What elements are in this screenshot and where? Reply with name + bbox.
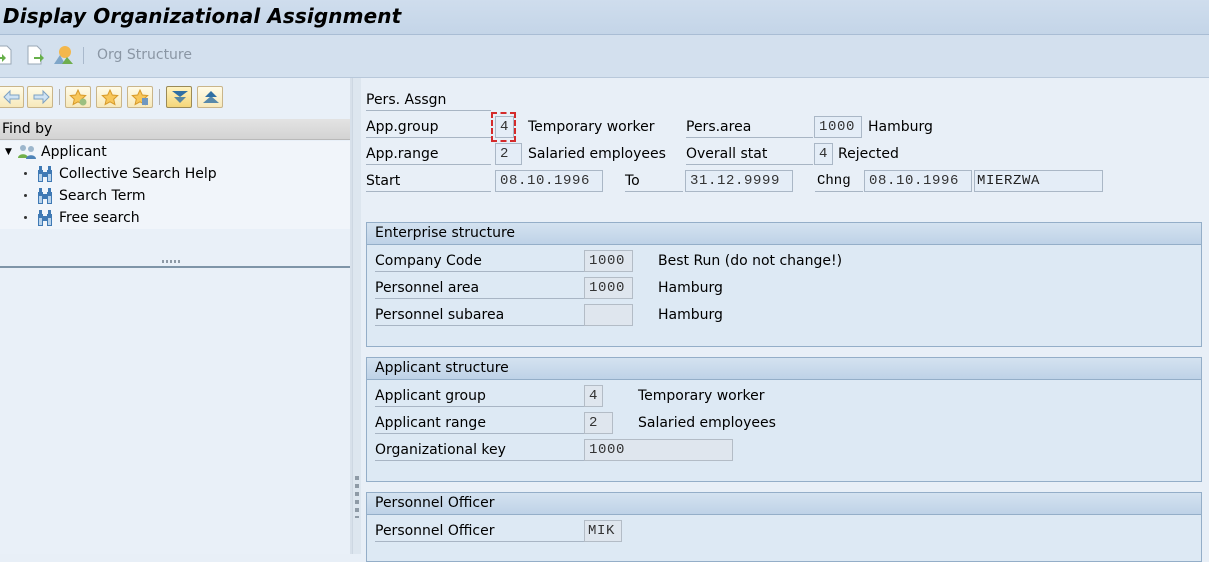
app-range-label: App.range: [366, 143, 491, 165]
focus-indicator: [491, 112, 516, 142]
tree-item-label: Free search: [59, 210, 140, 226]
start-label: Start: [366, 170, 491, 192]
applicant-group-text: Temporary worker: [638, 388, 765, 404]
favorites-icon: [101, 89, 119, 106]
application-toolbar: Org Structure: [0, 35, 1209, 78]
tree-item-label: Collective Search Help: [59, 166, 217, 182]
toolbar-separator: [59, 89, 60, 105]
pers-area-field[interactable]: 1000: [814, 116, 862, 138]
app-range-field[interactable]: 2: [495, 143, 522, 165]
find-by-header: Find by: [0, 119, 350, 140]
next-record-icon[interactable]: [26, 45, 46, 65]
add-favorite-icon: [69, 89, 87, 106]
back-button[interactable]: [0, 86, 24, 108]
tree-item-collective-search-help[interactable]: Collective Search Help: [0, 163, 350, 185]
app-range-text: Salaried employees: [528, 146, 666, 162]
search-tree: ▼ Applicant Collective Search Help Searc…: [0, 141, 350, 229]
tree-node-label: Applicant: [41, 144, 107, 160]
group-title: Personnel Officer: [367, 493, 1201, 515]
toolbar-separator: [159, 89, 160, 105]
collapse-all-button[interactable]: [197, 86, 223, 108]
splitter-grip-icon[interactable]: [355, 476, 359, 518]
expand-triangle-icon[interactable]: ▼: [5, 141, 12, 163]
changed-date-field[interactable]: 08.10.1996: [864, 170, 972, 192]
company-code-text: Best Run (do not change!): [658, 253, 843, 269]
applicant-group-label: Applicant group: [375, 385, 584, 407]
overall-stat-label: Overall stat: [686, 143, 813, 165]
bullet-icon: [24, 194, 27, 197]
collapse-all-icon: [203, 91, 219, 103]
pers-area-text: Hamburg: [868, 119, 933, 135]
organizational-key-field[interactable]: 1000: [584, 439, 733, 461]
pers-area-label: Pers.area: [686, 116, 813, 138]
splitter-grip-icon[interactable]: [162, 260, 180, 263]
tree-item-label: Search Term: [59, 188, 146, 204]
overall-stat-text: Rejected: [838, 146, 899, 162]
to-label: To: [625, 170, 683, 192]
vertical-splitter[interactable]: [352, 78, 361, 554]
personnel-subarea-text: Hamburg: [658, 307, 723, 323]
forward-button[interactable]: [27, 86, 53, 108]
toolbar-separator: [83, 47, 84, 64]
binoculars-icon: [38, 188, 52, 204]
object-navigator: Find by ▼ Applicant Collective Search He…: [0, 78, 352, 554]
previous-record-icon[interactable]: [0, 45, 14, 65]
bullet-icon: [24, 172, 27, 175]
expand-all-button[interactable]: [166, 86, 192, 108]
delete-favorite-button[interactable]: [127, 86, 153, 108]
app-group-label: App.group: [366, 116, 491, 138]
personnel-subarea-field[interactable]: [584, 304, 633, 326]
add-favorite-button[interactable]: [65, 86, 91, 108]
forward-arrow-icon: [33, 89, 50, 105]
org-structure-button[interactable]: Org Structure: [97, 47, 192, 63]
personnel-subarea-label: Personnel subarea: [375, 304, 584, 326]
changed-by-field[interactable]: MIERZWA: [974, 170, 1103, 192]
to-date-field[interactable]: 31.12.9999: [685, 170, 793, 192]
favorites-button[interactable]: [96, 86, 122, 108]
binoculars-icon: [38, 166, 52, 182]
back-arrow-icon: [3, 89, 20, 105]
overall-stat-field[interactable]: 4: [814, 143, 833, 165]
bullet-icon: [24, 216, 27, 219]
personnel-area-field[interactable]: 1000: [584, 277, 633, 299]
binoculars-icon: [38, 210, 52, 226]
organizational-key-label: Organizational key: [375, 439, 584, 461]
personnel-officer-label: Personnel Officer: [375, 520, 584, 542]
horizontal-splitter[interactable]: [0, 263, 350, 268]
delete-favorite-icon: [131, 89, 149, 106]
chng-label: Chng: [815, 170, 863, 192]
app-group-text: Temporary worker: [528, 119, 655, 135]
expand-all-icon: [172, 91, 188, 103]
company-code-field[interactable]: 1000: [584, 250, 633, 272]
page-title: Display Organizational Assignment: [3, 4, 402, 28]
personnel-area-label: Personnel area: [375, 277, 584, 299]
group-title: Enterprise structure: [367, 223, 1201, 245]
tree-item-free-search[interactable]: Free search: [0, 207, 350, 229]
title-bar: Display Organizational Assignment: [0, 0, 1209, 35]
company-code-label: Company Code: [375, 250, 584, 272]
org-structure-icon[interactable]: [53, 45, 73, 65]
applicant-icon: [18, 145, 36, 159]
start-date-field[interactable]: 08.10.1996: [495, 170, 603, 192]
group-title: Applicant structure: [367, 358, 1201, 380]
personnel-area-text: Hamburg: [658, 280, 723, 296]
pers-assgn-label: Pers. Assgn: [366, 89, 491, 111]
applicant-range-label: Applicant range: [375, 412, 584, 434]
applicant-range-field[interactable]: 2: [584, 412, 613, 434]
applicant-group-field[interactable]: 4: [584, 385, 603, 407]
applicant-range-text: Salaried employees: [638, 415, 776, 431]
tree-item-search-term[interactable]: Search Term: [0, 185, 350, 207]
personnel-officer-field[interactable]: MIK: [584, 520, 622, 542]
tree-node-applicant[interactable]: ▼ Applicant: [0, 141, 350, 163]
